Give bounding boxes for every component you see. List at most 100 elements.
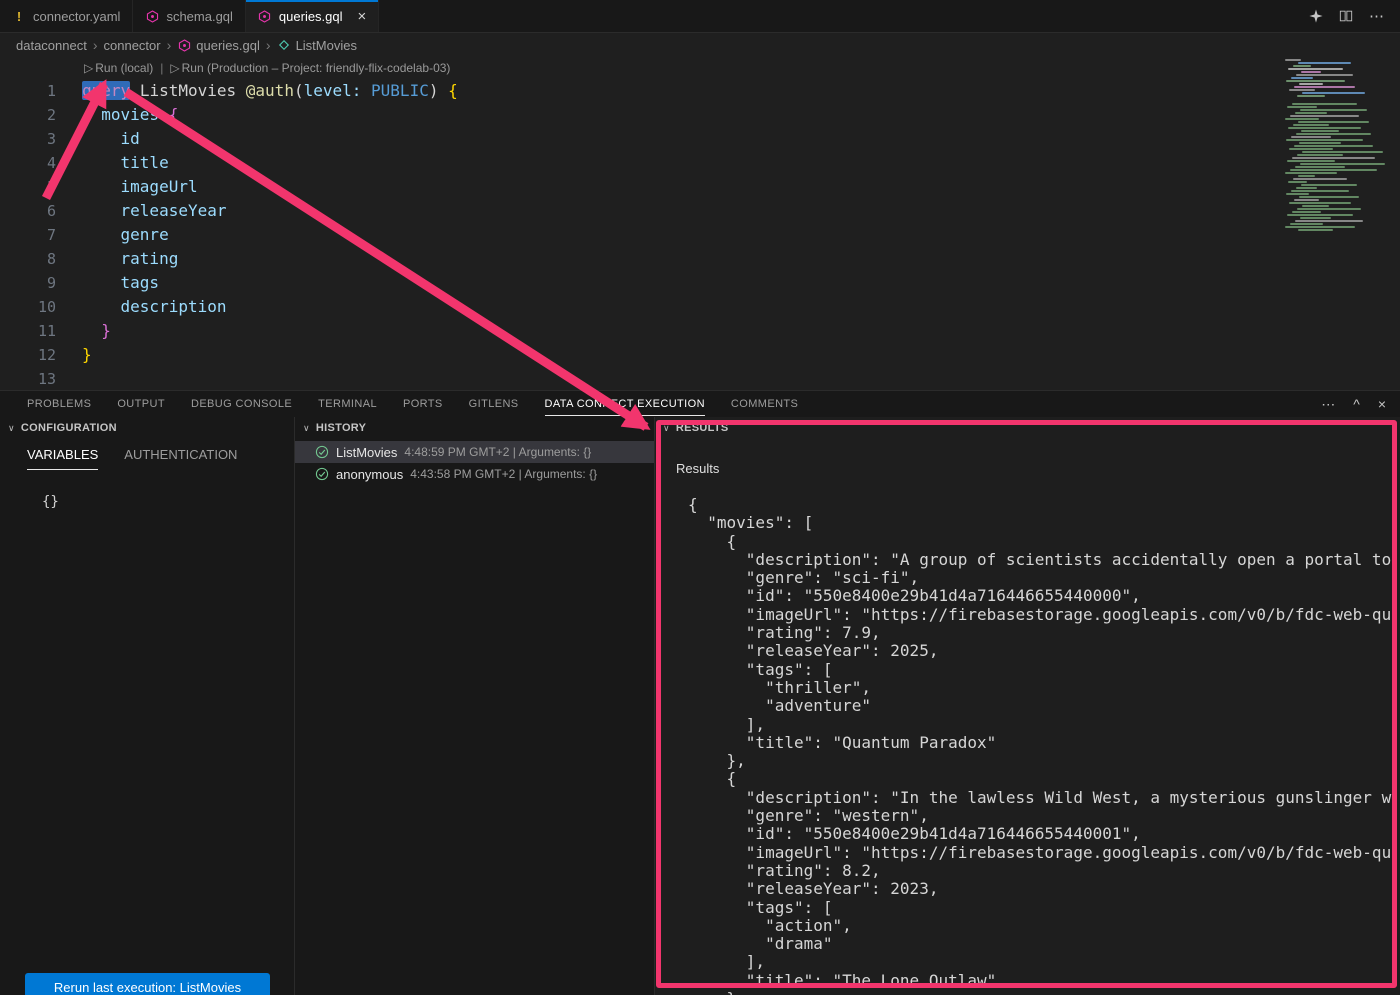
code-line[interactable]: 9 tags <box>0 271 1400 295</box>
panel-tab-terminal[interactable]: TERMINAL <box>318 398 377 410</box>
breadcrumb-label: ListMovies <box>296 38 357 53</box>
panel-tab-gitlens[interactable]: GITLENS <box>469 398 519 410</box>
code-text: } <box>82 319 111 343</box>
code-line[interactable]: 10 description <box>0 295 1400 319</box>
codelens-separator: | <box>160 61 163 75</box>
panel-tab-debug-console[interactable]: DEBUG CONSOLE <box>191 398 292 410</box>
code-line[interactable]: 7 genre <box>0 223 1400 247</box>
tab-close-icon[interactable]: × <box>358 9 367 24</box>
code-line[interactable]: 4 title <box>0 151 1400 175</box>
panel-tab-ports[interactable]: PORTS <box>403 398 443 410</box>
code-line[interactable]: 3 id <box>0 127 1400 151</box>
results-title: RESULTS <box>676 422 729 434</box>
minimap-line <box>1291 136 1331 138</box>
history-title: HISTORY <box>316 422 366 434</box>
minimap-line <box>1296 133 1371 135</box>
minimap-line <box>1293 178 1347 180</box>
code-text: releaseYear <box>82 199 227 223</box>
minimap-line <box>1288 68 1343 70</box>
minimap-line <box>1293 65 1311 67</box>
split-editor-icon[interactable] <box>1339 9 1353 23</box>
graphql-icon <box>145 10 159 23</box>
check-icon <box>315 445 329 459</box>
minimap-line <box>1291 190 1349 192</box>
minimap-line <box>1294 86 1355 88</box>
code-line[interactable]: 13 <box>0 367 1400 390</box>
breadcrumb-item-queries.gql[interactable]: queries.gql <box>177 38 260 53</box>
minimap-line <box>1300 109 1367 111</box>
minimap-line <box>1301 184 1357 186</box>
history-entry-anonymous[interactable]: anonymous4:43:58 PM GMT+2 | Arguments: {… <box>295 463 654 485</box>
minimap-line <box>1288 181 1307 183</box>
breadcrumb-item-ListMovies[interactable]: ListMovies <box>277 38 357 53</box>
panel-maximize-icon[interactable]: ^ <box>1353 396 1360 413</box>
warning-icon: ! <box>12 9 26 24</box>
minimap-line <box>1285 59 1301 61</box>
code-line[interactable]: 8 rating <box>0 247 1400 271</box>
code-line[interactable]: 5 imageUrl <box>0 175 1400 199</box>
tab-queries.gql[interactable]: queries.gql× <box>246 0 379 32</box>
minimap-line <box>1302 151 1383 153</box>
graphql-icon <box>177 39 191 52</box>
minimap-line <box>1296 74 1353 76</box>
minimap[interactable] <box>1283 59 1400 241</box>
breadcrumb-separator-icon: › <box>167 37 172 53</box>
code-line[interactable]: 6 releaseYear <box>0 199 1400 223</box>
code-line[interactable]: 11 } <box>0 319 1400 343</box>
config-tab-authentication[interactable]: AUTHENTICATION <box>124 447 237 470</box>
minimap-line <box>1296 187 1317 189</box>
panel-tab-problems[interactable]: PROBLEMS <box>27 398 91 410</box>
panel-tab-data-connect-execution[interactable]: DATA CONNECT EXECUTION <box>545 398 705 410</box>
chevron-down-icon: ∨ <box>303 423 310 434</box>
code-lines: 1query ListMovies @auth(level: PUBLIC) {… <box>0 79 1400 390</box>
run-production-link[interactable]: ▷Run (Production – Project: friendly-fli… <box>170 61 450 75</box>
results-json[interactable]: { "movies": [ { "description": "A group … <box>655 496 1400 995</box>
minimap-line <box>1286 80 1345 82</box>
history-entry-name: ListMovies <box>336 445 397 460</box>
breadcrumb-item-connector[interactable]: connector <box>104 38 161 53</box>
panel-close-icon[interactable]: × <box>1378 396 1386 413</box>
line-number: 12 <box>0 343 56 367</box>
line-number: 4 <box>0 151 56 175</box>
minimap-line <box>1292 211 1321 213</box>
breadcrumb-separator-icon: › <box>266 37 271 53</box>
more-actions-icon[interactable]: ⋯ <box>1369 7 1384 25</box>
line-number: 7 <box>0 223 56 247</box>
code-line[interactable]: 12} <box>0 343 1400 367</box>
minimap-line <box>1302 92 1365 94</box>
editor[interactable]: ▷Run (local) | ▷Run (Production – Projec… <box>0 57 1400 390</box>
sparkle-icon[interactable] <box>1309 9 1323 23</box>
minimap-line <box>1301 71 1321 73</box>
history-header[interactable]: ∨ HISTORY <box>295 417 654 439</box>
code-text: description <box>82 295 227 319</box>
code-text: id <box>82 127 140 151</box>
minimap-line <box>1298 62 1351 64</box>
results-header[interactable]: ∨ RESULTS <box>655 417 1400 439</box>
history-section: ∨ HISTORY ListMovies4:48:59 PM GMT+2 | A… <box>295 417 655 995</box>
configuration-section: ∨ CONFIGURATION VARIABLESAUTHENTICATION … <box>0 417 295 995</box>
chevron-down-icon: ∨ <box>8 423 15 434</box>
config-tab-variables[interactable]: VARIABLES <box>27 447 98 470</box>
breadcrumb-item-dataconnect[interactable]: dataconnect <box>16 38 87 53</box>
history-entry-ListMovies[interactable]: ListMovies4:48:59 PM GMT+2 | Arguments: … <box>295 441 654 463</box>
tab-schema.gql[interactable]: schema.gql <box>133 0 245 32</box>
minimap-line <box>1301 130 1339 132</box>
panel-tab-list: PROBLEMS OUTPUT DEBUG CONSOLE TERMINAL PORTS… <box>27 398 798 410</box>
configuration-title: CONFIGURATION <box>21 422 117 434</box>
configuration-header[interactable]: ∨ CONFIGURATION <box>0 417 294 439</box>
panel-tab-output[interactable]: OUTPUT <box>117 398 165 410</box>
tab-connector.yaml[interactable]: !connector.yaml <box>0 0 133 32</box>
chevron-down-icon: ∨ <box>663 423 670 434</box>
code-line[interactable]: 1query ListMovies @auth(level: PUBLIC) { <box>0 79 1400 103</box>
panel-body: ∨ CONFIGURATION VARIABLESAUTHENTICATION … <box>0 417 1400 995</box>
minimap-line <box>1289 148 1333 150</box>
code-line[interactable]: 2 movies { <box>0 103 1400 127</box>
play-icon: ▷ <box>84 61 93 75</box>
variables-value[interactable]: {} <box>0 494 294 510</box>
rerun-button[interactable]: Rerun last execution: ListMovies <box>25 973 270 995</box>
panel-more-icon[interactable]: ⋯ <box>1321 396 1335 413</box>
code-text: title <box>82 151 169 175</box>
panel-tab-comments[interactable]: COMMENTS <box>731 398 798 410</box>
run-local-link[interactable]: ▷Run (local) <box>84 61 153 75</box>
bottom-panel: PROBLEMS OUTPUT DEBUG CONSOLE TERMINAL PORTS… <box>0 390 1400 995</box>
